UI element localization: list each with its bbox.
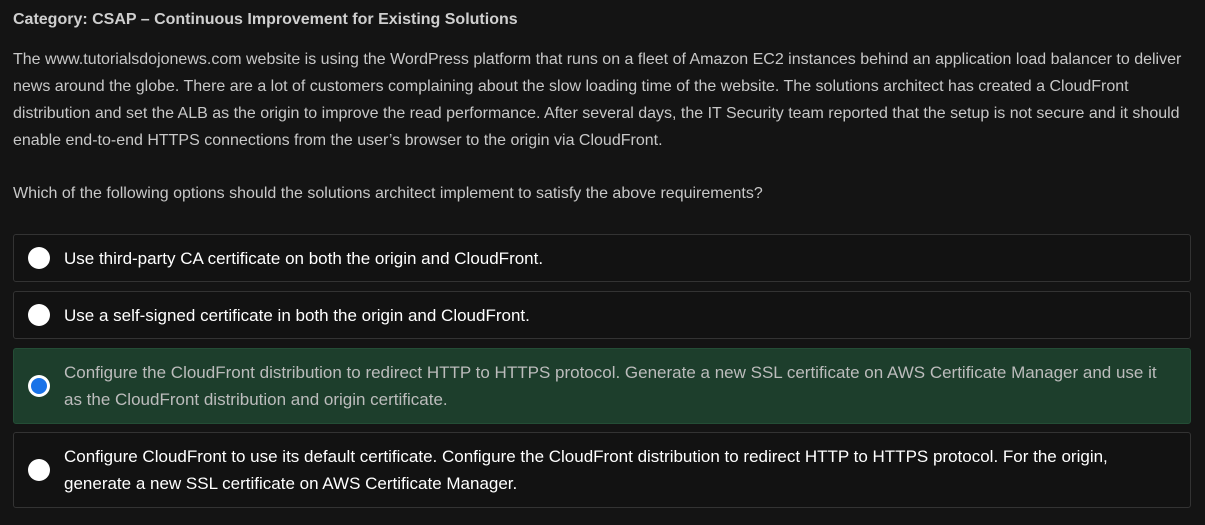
answer-option-label: Configure CloudFront to use its default …: [64, 447, 1108, 493]
answer-option-label: Use third-party CA certificate on both t…: [64, 249, 544, 268]
radio-button-selected-icon[interactable]: [28, 375, 50, 397]
radio-dot-icon: [31, 378, 47, 394]
radio-button-icon[interactable]: [28, 247, 50, 269]
answer-option-label: Use a self-signed certificate in both th…: [64, 306, 530, 325]
question-category: Category: CSAP – Continuous Improvement …: [13, 11, 518, 28]
answer-option-4[interactable]: Configure CloudFront to use its default …: [13, 432, 1191, 508]
radio-button-icon[interactable]: [28, 304, 50, 326]
radio-button-icon[interactable]: [28, 459, 50, 481]
answer-option-2[interactable]: Use a self-signed certificate in both th…: [13, 291, 1191, 339]
question-text: The www.tutorialsdojonews.com website is…: [13, 51, 1182, 149]
answer-option-3[interactable]: Configure the CloudFront distribution to…: [13, 348, 1191, 424]
answer-option-1[interactable]: Use third-party CA certificate on both t…: [13, 234, 1191, 282]
question-prompt: Which of the following options should th…: [13, 185, 763, 202]
answer-option-label: Configure the CloudFront distribution to…: [64, 363, 1157, 409]
